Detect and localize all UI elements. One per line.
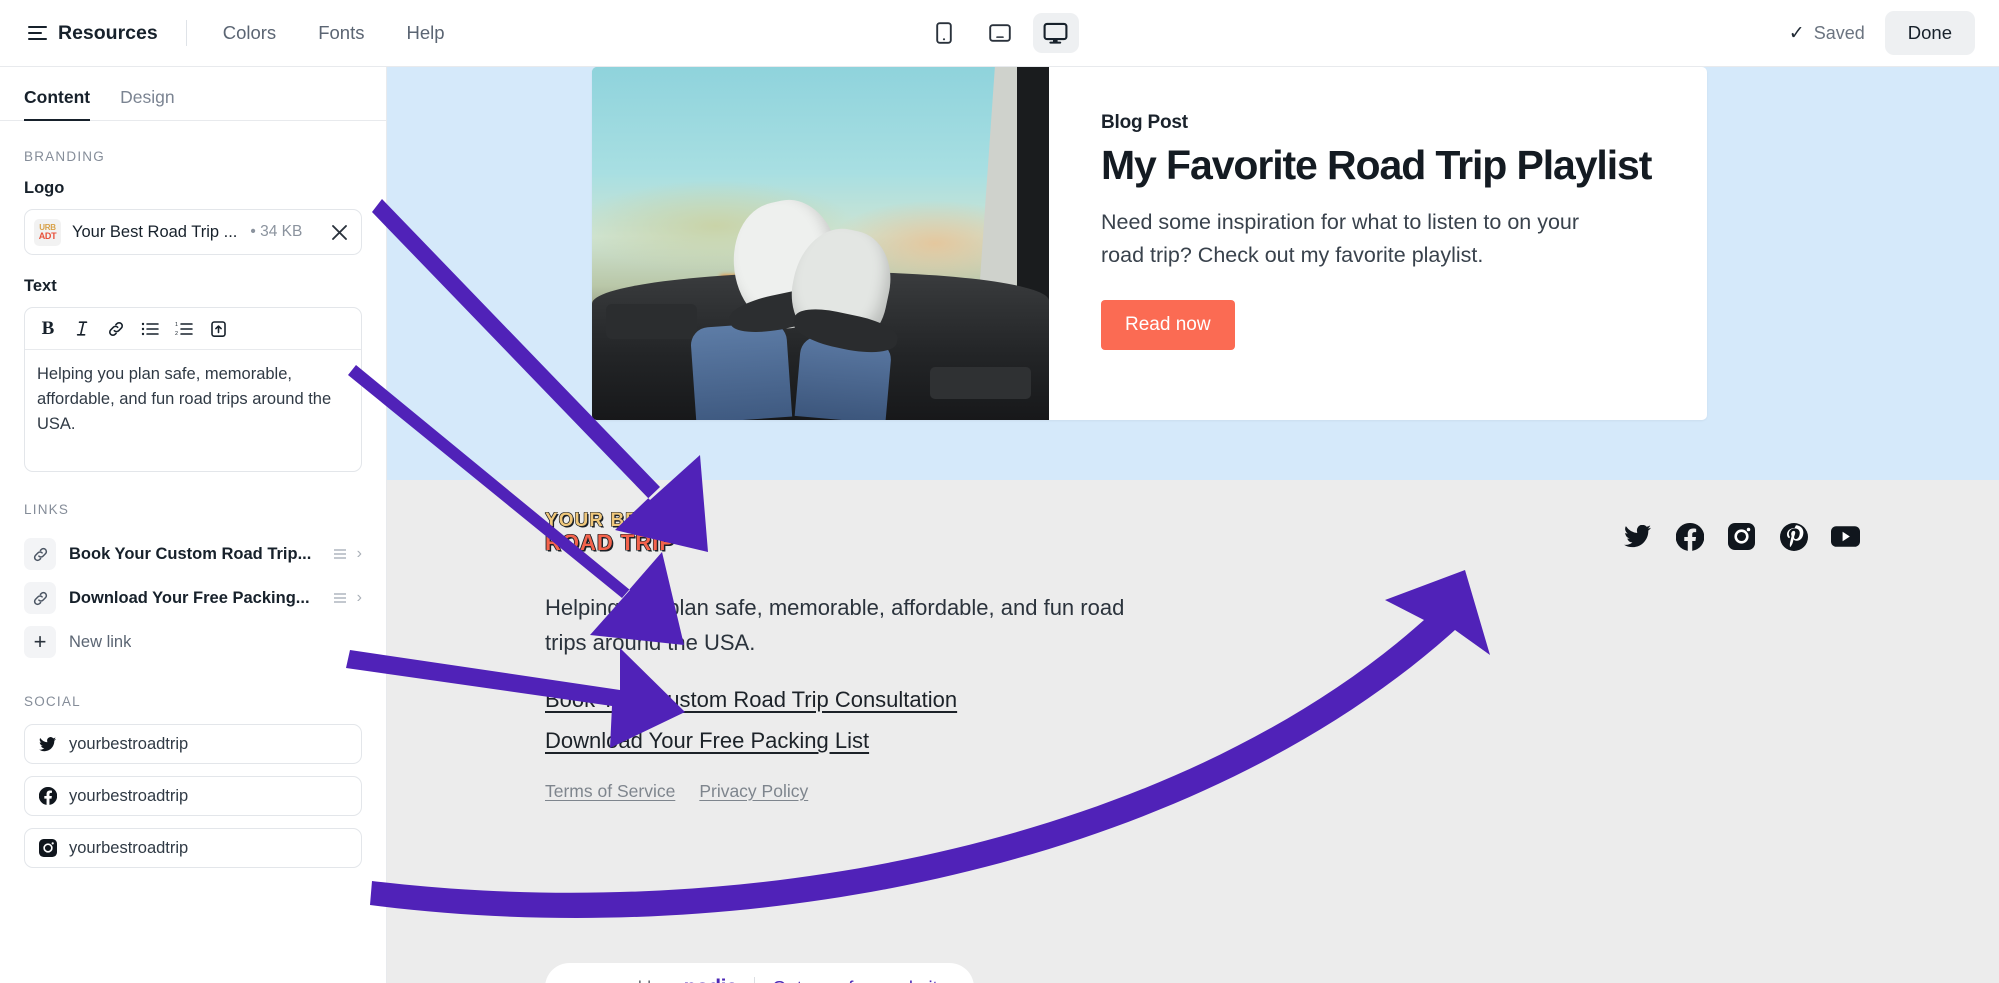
sidebar-tabs: Content Design bbox=[0, 67, 386, 121]
footer-legal-links: Terms of Service Privacy Policy bbox=[545, 781, 1999, 802]
blog-post-card[interactable]: Blog Post My Favorite Road Trip Playlist… bbox=[592, 67, 1707, 420]
toolbar-divider bbox=[185, 20, 187, 46]
link-chain-icon bbox=[24, 582, 56, 614]
link-item-packing-list[interactable]: Download Your Free Packing... › bbox=[24, 576, 362, 620]
link-item-book-consultation[interactable]: Book Your Custom Road Trip... › bbox=[24, 532, 362, 576]
privacy-policy-link[interactable]: Privacy Policy bbox=[699, 781, 808, 802]
device-preview-switcher bbox=[921, 13, 1079, 53]
done-button[interactable]: Done bbox=[1884, 11, 1975, 55]
twitter-icon[interactable] bbox=[1623, 522, 1652, 551]
bulleted-list-icon[interactable] bbox=[135, 314, 165, 344]
saved-status: ✓ Saved bbox=[1789, 23, 1865, 44]
social-value: yourbestroadtrip bbox=[69, 734, 189, 753]
instagram-icon bbox=[38, 839, 57, 858]
drag-handle-icon[interactable] bbox=[333, 549, 346, 559]
read-now-button[interactable]: Read now bbox=[1101, 299, 1235, 350]
links-section-label: LINKS bbox=[24, 502, 70, 517]
social-value: yourbestroadtrip bbox=[69, 786, 189, 805]
link-item-label: Book Your Custom Road Trip... bbox=[69, 544, 312, 563]
resources-label: Resources bbox=[58, 21, 158, 44]
tab-content[interactable]: Content bbox=[24, 87, 91, 121]
new-link-label: New link bbox=[69, 632, 132, 651]
saved-label: Saved bbox=[1813, 22, 1865, 43]
nav-colors[interactable]: Colors bbox=[213, 18, 286, 48]
blog-post-image bbox=[592, 67, 1049, 420]
footer-description: Helping you plan safe, memorable, afford… bbox=[545, 595, 1125, 656]
social-value: yourbestroadtrip bbox=[69, 838, 189, 857]
social-section-label: SOCIAL bbox=[24, 694, 81, 709]
rich-text-editor: B 1 2 Helping you plan safe, memorable, … bbox=[24, 307, 362, 472]
check-icon: ✓ bbox=[1788, 22, 1805, 44]
app-root: Resources Colors Fonts Help ✓ Saved Done… bbox=[0, 0, 1999, 983]
logo-file-chip[interactable]: URB ADT Your Best Road Trip ... • 34 KB bbox=[24, 209, 362, 255]
editor-sidebar: Content Design BRANDING Logo URB ADT You… bbox=[0, 67, 387, 983]
footer-link-consultation[interactable]: Book Your Custom Road Trip Consultation bbox=[545, 687, 1999, 713]
logo-thumbnail-icon: URB ADT bbox=[34, 218, 61, 246]
nav-fonts[interactable]: Fonts bbox=[308, 18, 374, 48]
link-item-actions: › bbox=[333, 546, 362, 562]
facebook-icon bbox=[38, 787, 57, 806]
link-chain-icon bbox=[24, 538, 56, 570]
new-link-button[interactable]: + New link bbox=[24, 620, 362, 664]
podia-badge-prefix: powered by bbox=[571, 977, 667, 983]
top-toolbar: Resources Colors Fonts Help ✓ Saved Done bbox=[0, 0, 1999, 67]
pinterest-icon[interactable] bbox=[1779, 522, 1808, 551]
footer-link-packing-list[interactable]: Download Your Free Packing List bbox=[545, 728, 1999, 754]
blog-post-description: Need some inspiration for what to listen… bbox=[1101, 210, 1580, 268]
link-item-actions: › bbox=[333, 590, 362, 606]
branding-text-input[interactable]: Helping you plan safe, memorable, afford… bbox=[25, 350, 361, 471]
instagram-icon[interactable] bbox=[1727, 522, 1756, 551]
twitter-icon bbox=[38, 735, 57, 754]
blog-post-content: Blog Post My Favorite Road Trip Playlist… bbox=[1049, 67, 1707, 420]
nav-help[interactable]: Help bbox=[396, 18, 454, 48]
footer-content: YOUR BEST ROAD TRIP Helping you plan saf… bbox=[545, 480, 1999, 802]
social-input-facebook[interactable]: yourbestroadtrip bbox=[24, 776, 362, 816]
toolbar-right-group: ✓ Saved Done bbox=[1789, 11, 1975, 55]
link-item-label: Download Your Free Packing... bbox=[69, 588, 310, 607]
podia-badge: powered by podia Get your free website bbox=[545, 963, 974, 983]
get-free-website-link[interactable]: Get your free website bbox=[772, 977, 948, 983]
youtube-icon[interactable] bbox=[1831, 522, 1860, 551]
link-icon[interactable] bbox=[101, 314, 131, 344]
hamburger-icon bbox=[28, 25, 47, 41]
remove-logo-icon[interactable] bbox=[326, 219, 352, 245]
podia-badge-divider bbox=[754, 976, 756, 983]
logo-file-size: • 34 KB bbox=[250, 223, 303, 240]
site-preview: Blog Post My Favorite Road Trip Playlist… bbox=[387, 67, 1999, 983]
svg-text:1: 1 bbox=[175, 322, 178, 328]
italic-icon[interactable] bbox=[67, 314, 97, 344]
blog-post-title: My Favorite Road Trip Playlist bbox=[1101, 142, 1652, 188]
chevron-right-icon[interactable]: › bbox=[357, 590, 362, 606]
footer-social-icons bbox=[1623, 522, 1860, 551]
chevron-right-icon[interactable]: › bbox=[357, 546, 362, 562]
branding-section-label: BRANDING bbox=[24, 149, 105, 164]
resources-button[interactable]: Resources bbox=[26, 18, 160, 49]
svg-text:2: 2 bbox=[175, 331, 178, 337]
numbered-list-icon[interactable]: 1 2 bbox=[169, 314, 199, 344]
terms-of-service-link[interactable]: Terms of Service bbox=[545, 781, 675, 802]
social-input-instagram[interactable]: yourbestroadtrip bbox=[24, 828, 362, 868]
mobile-view-button[interactable] bbox=[921, 13, 967, 53]
text-field-label: Text bbox=[24, 277, 57, 295]
podia-brand-label: podia bbox=[684, 976, 738, 983]
toolbar-left-group: Resources Colors Fonts Help bbox=[0, 18, 477, 49]
facebook-icon[interactable] bbox=[1675, 522, 1704, 551]
tab-design[interactable]: Design bbox=[120, 87, 174, 121]
upload-file-icon[interactable] bbox=[203, 314, 233, 344]
tablet-view-button[interactable] bbox=[977, 13, 1023, 53]
editor-toolbar: B 1 2 bbox=[25, 308, 361, 350]
social-input-twitter[interactable]: yourbestroadtrip bbox=[24, 724, 362, 764]
bold-icon[interactable]: B bbox=[33, 314, 63, 344]
blog-post-kicker: Blog Post bbox=[1101, 112, 1188, 133]
site-footer: YOUR BEST ROAD TRIP Helping you plan saf… bbox=[387, 480, 1999, 983]
logo-file-name: Your Best Road Trip ... bbox=[72, 222, 238, 241]
logo-thumb-line2: ADT bbox=[38, 230, 57, 241]
logo-field-label: Logo bbox=[24, 179, 65, 197]
drag-handle-icon[interactable] bbox=[333, 593, 346, 603]
plus-icon: + bbox=[24, 626, 56, 658]
sidebar-body: BRANDING Logo URB ADT Your Best Road Tri… bbox=[0, 149, 386, 868]
footer-links: Book Your Custom Road Trip Consultation … bbox=[545, 687, 1999, 754]
desktop-view-button[interactable] bbox=[1032, 13, 1079, 53]
